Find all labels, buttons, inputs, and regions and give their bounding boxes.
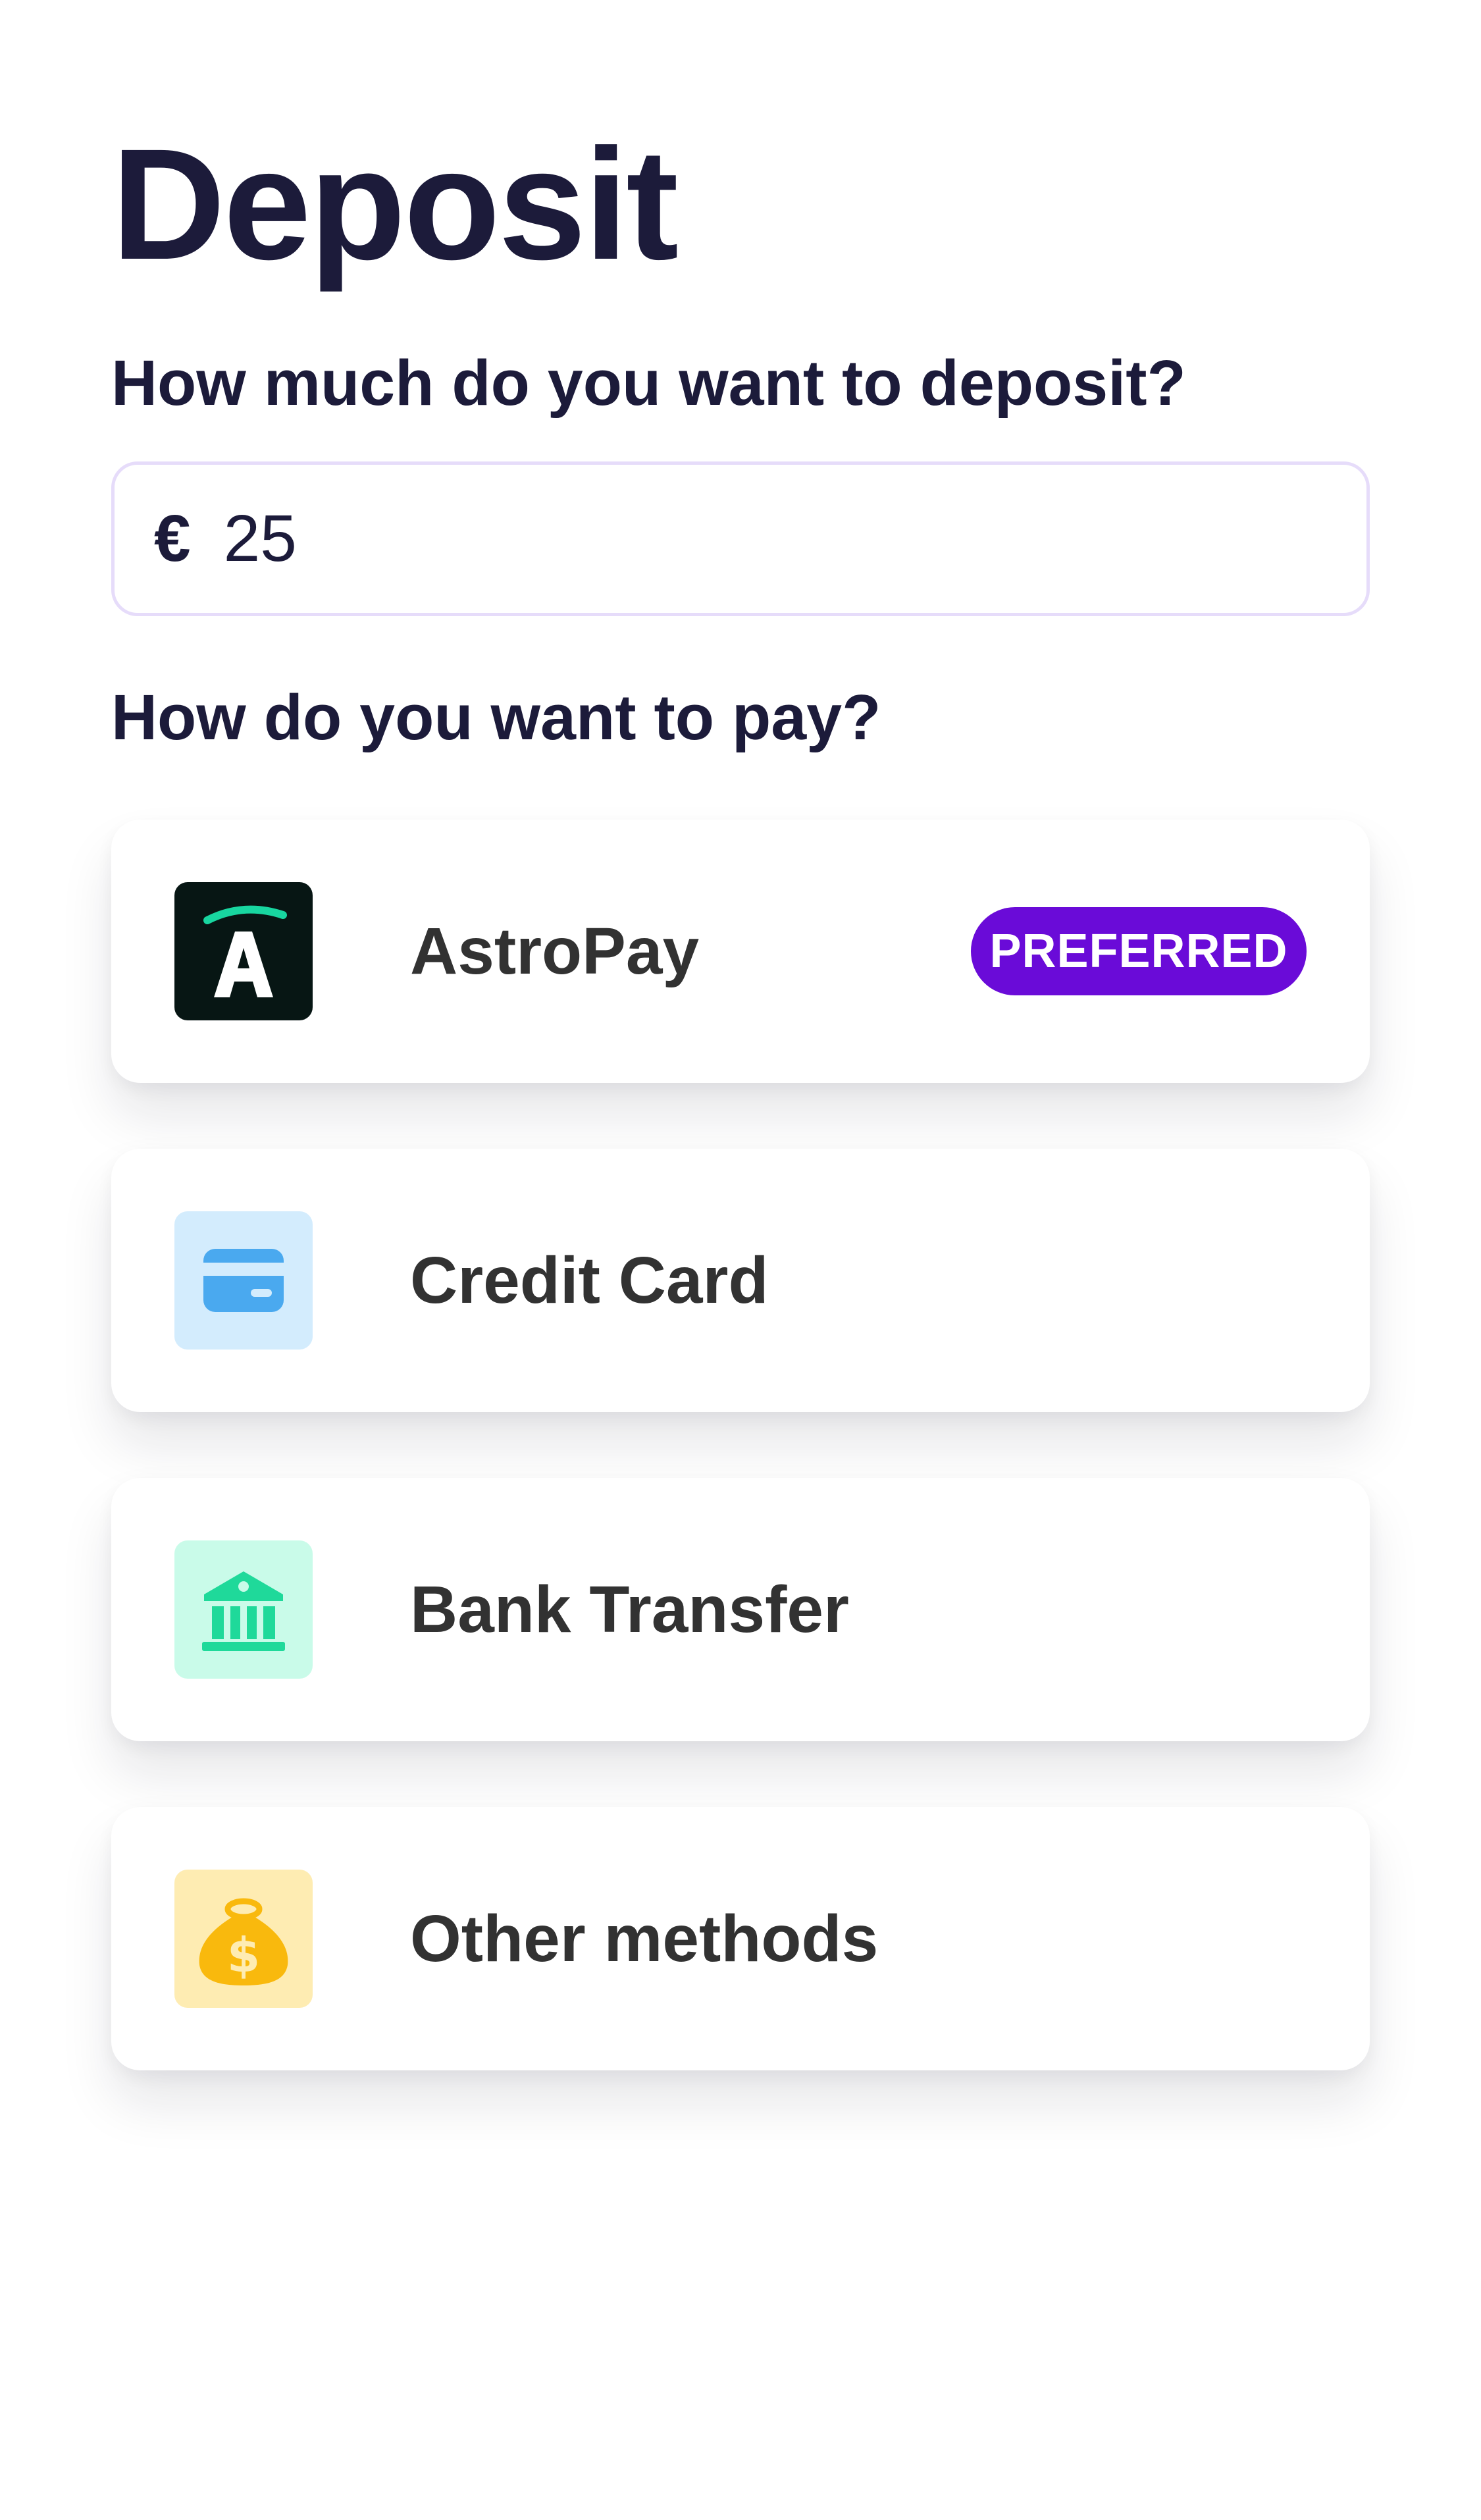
payment-method-credit-card[interactable]: Credit Card <box>111 1149 1370 1412</box>
amount-field[interactable]: € <box>111 461 1370 616</box>
payment-method-bank-transfer[interactable]: Bank Transfer <box>111 1478 1370 1741</box>
amount-input[interactable] <box>223 501 1211 577</box>
money-bag-icon: $ <box>174 1870 313 2008</box>
method-label: Bank Transfer <box>410 1573 849 1646</box>
method-label: Other methods <box>410 1902 879 1976</box>
currency-symbol: € <box>154 502 191 575</box>
payment-method-astropay[interactable]: AstroPay PREFERRED <box>111 820 1370 1083</box>
method-label: Credit Card <box>410 1244 769 1317</box>
page-title: Deposit <box>111 116 679 292</box>
svg-text:$: $ <box>227 1928 260 1983</box>
bank-icon <box>174 1540 313 1679</box>
amount-question: How much do you want to deposit? <box>111 347 1186 419</box>
astropay-logo-icon <box>174 882 313 1020</box>
payment-question: How do you want to pay? <box>111 681 881 753</box>
payment-method-other[interactable]: $ Other methods <box>111 1807 1370 2070</box>
preferred-badge: PREFERRED <box>971 907 1307 995</box>
credit-card-icon <box>174 1211 313 1350</box>
method-label: AstroPay <box>410 914 700 988</box>
